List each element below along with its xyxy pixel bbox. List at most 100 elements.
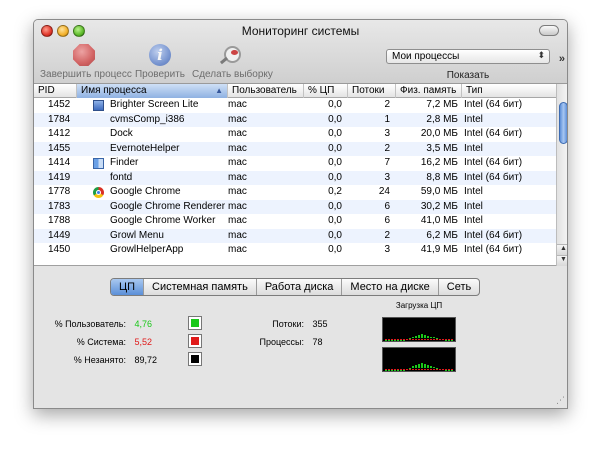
process-name-cell: Growl Menu	[110, 229, 164, 241]
user-cell: mac	[228, 142, 247, 154]
cpu-system-bar	[412, 369, 414, 370]
column-threads[interactable]: Потоки	[348, 84, 396, 98]
cpu-system-bar	[436, 369, 438, 370]
pid-cell: 1455	[48, 142, 71, 154]
cpu-load-bar	[391, 370, 393, 371]
cpu-system-bar	[391, 339, 393, 340]
type-cell: Intel	[464, 186, 483, 197]
table-row[interactable]: 1783 Google Chrome Renderer mac 0,0 6 30,2 МБ…	[34, 199, 556, 214]
cpu-system-bar	[442, 339, 444, 340]
column-pid[interactable]: PID	[34, 84, 77, 98]
user-cell: mac	[228, 128, 247, 139]
cpu-system-bar	[424, 369, 426, 370]
cpu-load-graph-bottom-svg	[385, 363, 453, 371]
column-user[interactable]: Пользователь	[228, 84, 304, 98]
table-row[interactable]: 1455 EvernoteHelper mac 0,0 2 3,5 МБ Intel	[34, 141, 556, 156]
table-row[interactable]: 1419 fontd mac 0,0 3 8,8 МБ Intel (64 бит)	[34, 170, 556, 185]
cpu-load-graph-top	[382, 317, 456, 342]
cpu-cell: 0,0	[328, 113, 342, 125]
cpu-load-bar	[415, 365, 417, 368]
tab-cpu[interactable]: ЦП	[111, 279, 145, 295]
user-cell: mac	[228, 200, 247, 212]
scroll-up-arrow-icon[interactable]: ▲	[557, 244, 567, 255]
cpu-load-bar	[433, 367, 435, 368]
cpu-system-bar	[439, 339, 441, 340]
sample-process-button[interactable]: Сделать выборку	[192, 44, 273, 80]
cpu-system-bar	[397, 339, 399, 340]
pid-cell: 1783	[48, 200, 71, 212]
column-cpu[interactable]: % ЦП	[304, 84, 348, 98]
idle-color-swatch[interactable]	[188, 352, 202, 366]
type-cell: Intel	[464, 215, 483, 226]
inspect-button[interactable]: i Проверить	[134, 44, 186, 80]
user-cell: mac	[228, 171, 247, 183]
toolbar-overflow-chevron-icon[interactable]: »	[559, 53, 565, 65]
process-name-cell: Dock	[110, 128, 133, 139]
user-cell: mac	[228, 215, 247, 226]
pid-cell: 1452	[48, 99, 71, 110]
scroll-down-arrow-icon[interactable]: ▼	[557, 255, 567, 266]
cpu-system-bar	[427, 369, 429, 370]
table-row[interactable]: 1414 Finder mac 0,0 7 16,2 МБ Intel (64 бит)	[34, 156, 556, 171]
cpu-load-bar	[388, 340, 390, 341]
table-row[interactable]: 1778 Google Chrome mac 0,2 24 59,0 МБ Intel	[34, 185, 556, 200]
tab-disk-activity[interactable]: Работа диска	[257, 279, 343, 295]
tab-system-memory[interactable]: Системная память	[144, 279, 257, 295]
cpu-user-label: % Пользователь:	[54, 319, 126, 329]
tab-disk-usage[interactable]: Место на диске	[342, 279, 439, 295]
table-row[interactable]: 1412 Dock mac 0,0 3 20,0 МБ Intel (64 бит)	[34, 127, 556, 142]
cpu-load-bar	[397, 370, 399, 371]
tab-network[interactable]: Сеть	[439, 279, 479, 295]
system-color-swatch[interactable]	[188, 334, 202, 348]
cpu-system-bar	[418, 369, 420, 370]
table-row[interactable]: 1784 cvmsComp_i386 mac 0,0 1 2,8 МБ Intel	[34, 112, 556, 127]
process-name-cell: cvmsComp_i386	[110, 113, 185, 125]
memory-cell: 7,2 МБ	[426, 99, 458, 110]
cpu-load-bar	[421, 363, 423, 368]
cpu-system-bar	[430, 369, 432, 370]
scrollbar-thumb[interactable]	[559, 102, 567, 144]
cpu-system-bar	[433, 369, 435, 370]
threads-cell: 2	[384, 99, 390, 110]
memory-cell: 59,0 МБ	[420, 186, 458, 197]
cpu-system-bar	[394, 369, 396, 370]
cpu-cell: 0,0	[328, 244, 342, 255]
memory-cell: 8,8 МБ	[426, 171, 458, 183]
cpu-load-bar	[448, 340, 450, 341]
table-scrollbar[interactable]: ▲ ▼	[556, 84, 567, 266]
process-name-cell: EvernoteHelper	[110, 142, 180, 154]
column-process-name[interactable]: Имя процесса ▲	[77, 84, 228, 98]
threads-cell: 3	[384, 171, 390, 183]
cpu-system-bar	[397, 369, 399, 370]
threads-cell: 2	[384, 142, 390, 154]
cpu-load-bar	[451, 340, 453, 341]
table-row[interactable]: 1452 Brighter Screen Lite mac 0,0 2 7,2 МБ Int…	[34, 98, 556, 113]
quit-process-button[interactable]: Завершить процесс	[40, 44, 132, 80]
cpu-load-bar	[445, 340, 447, 341]
table-body: 1452 Brighter Screen Lite mac 0,0 2 7,2 МБ Int…	[34, 98, 556, 264]
cpu-load-bar	[421, 334, 423, 338]
cpu-load-graph-bottom	[382, 347, 456, 372]
info-icon: i	[149, 44, 171, 66]
table-row[interactable]: 1449 Growl Menu mac 0,0 2 6,2 МБ Intel (64 бит…	[34, 228, 556, 243]
table-row[interactable]: 1788 Google Chrome Worker mac 0,0 6 41,0 МБ In…	[34, 214, 556, 229]
user-color-swatch[interactable]	[188, 316, 202, 330]
table-row[interactable]: 1450 GrowlHelperApp mac 0,0 3 41,9 МБ Intel (6…	[34, 243, 556, 258]
cpu-load-bar	[400, 370, 402, 371]
column-type[interactable]: Тип	[462, 84, 556, 98]
resize-grip-icon[interactable]: ⋰	[556, 395, 565, 406]
cpu-cell: 0,0	[328, 128, 342, 139]
pid-cell: 1449	[48, 229, 71, 241]
processes-label: Процессы:	[259, 337, 304, 347]
table-header: PID Имя процесса ▲ Пользователь % ЦП Пот…	[34, 84, 556, 98]
type-cell: Intel (64 бит)	[464, 128, 523, 139]
cpu-load-bar	[427, 365, 429, 368]
toolbar-toggle-button[interactable]	[539, 25, 559, 36]
column-memory[interactable]: Физ. память	[396, 84, 462, 98]
brighter-screen-icon	[93, 100, 104, 111]
cpu-system-stat: % Система: 5,52	[44, 337, 152, 347]
cpu-load-bar	[427, 336, 429, 338]
user-cell: mac	[228, 229, 247, 241]
cpu-idle-stat: % Незанято: 89,72	[44, 355, 157, 365]
process-filter-select[interactable]: Мои процессы ⬍	[386, 49, 550, 64]
